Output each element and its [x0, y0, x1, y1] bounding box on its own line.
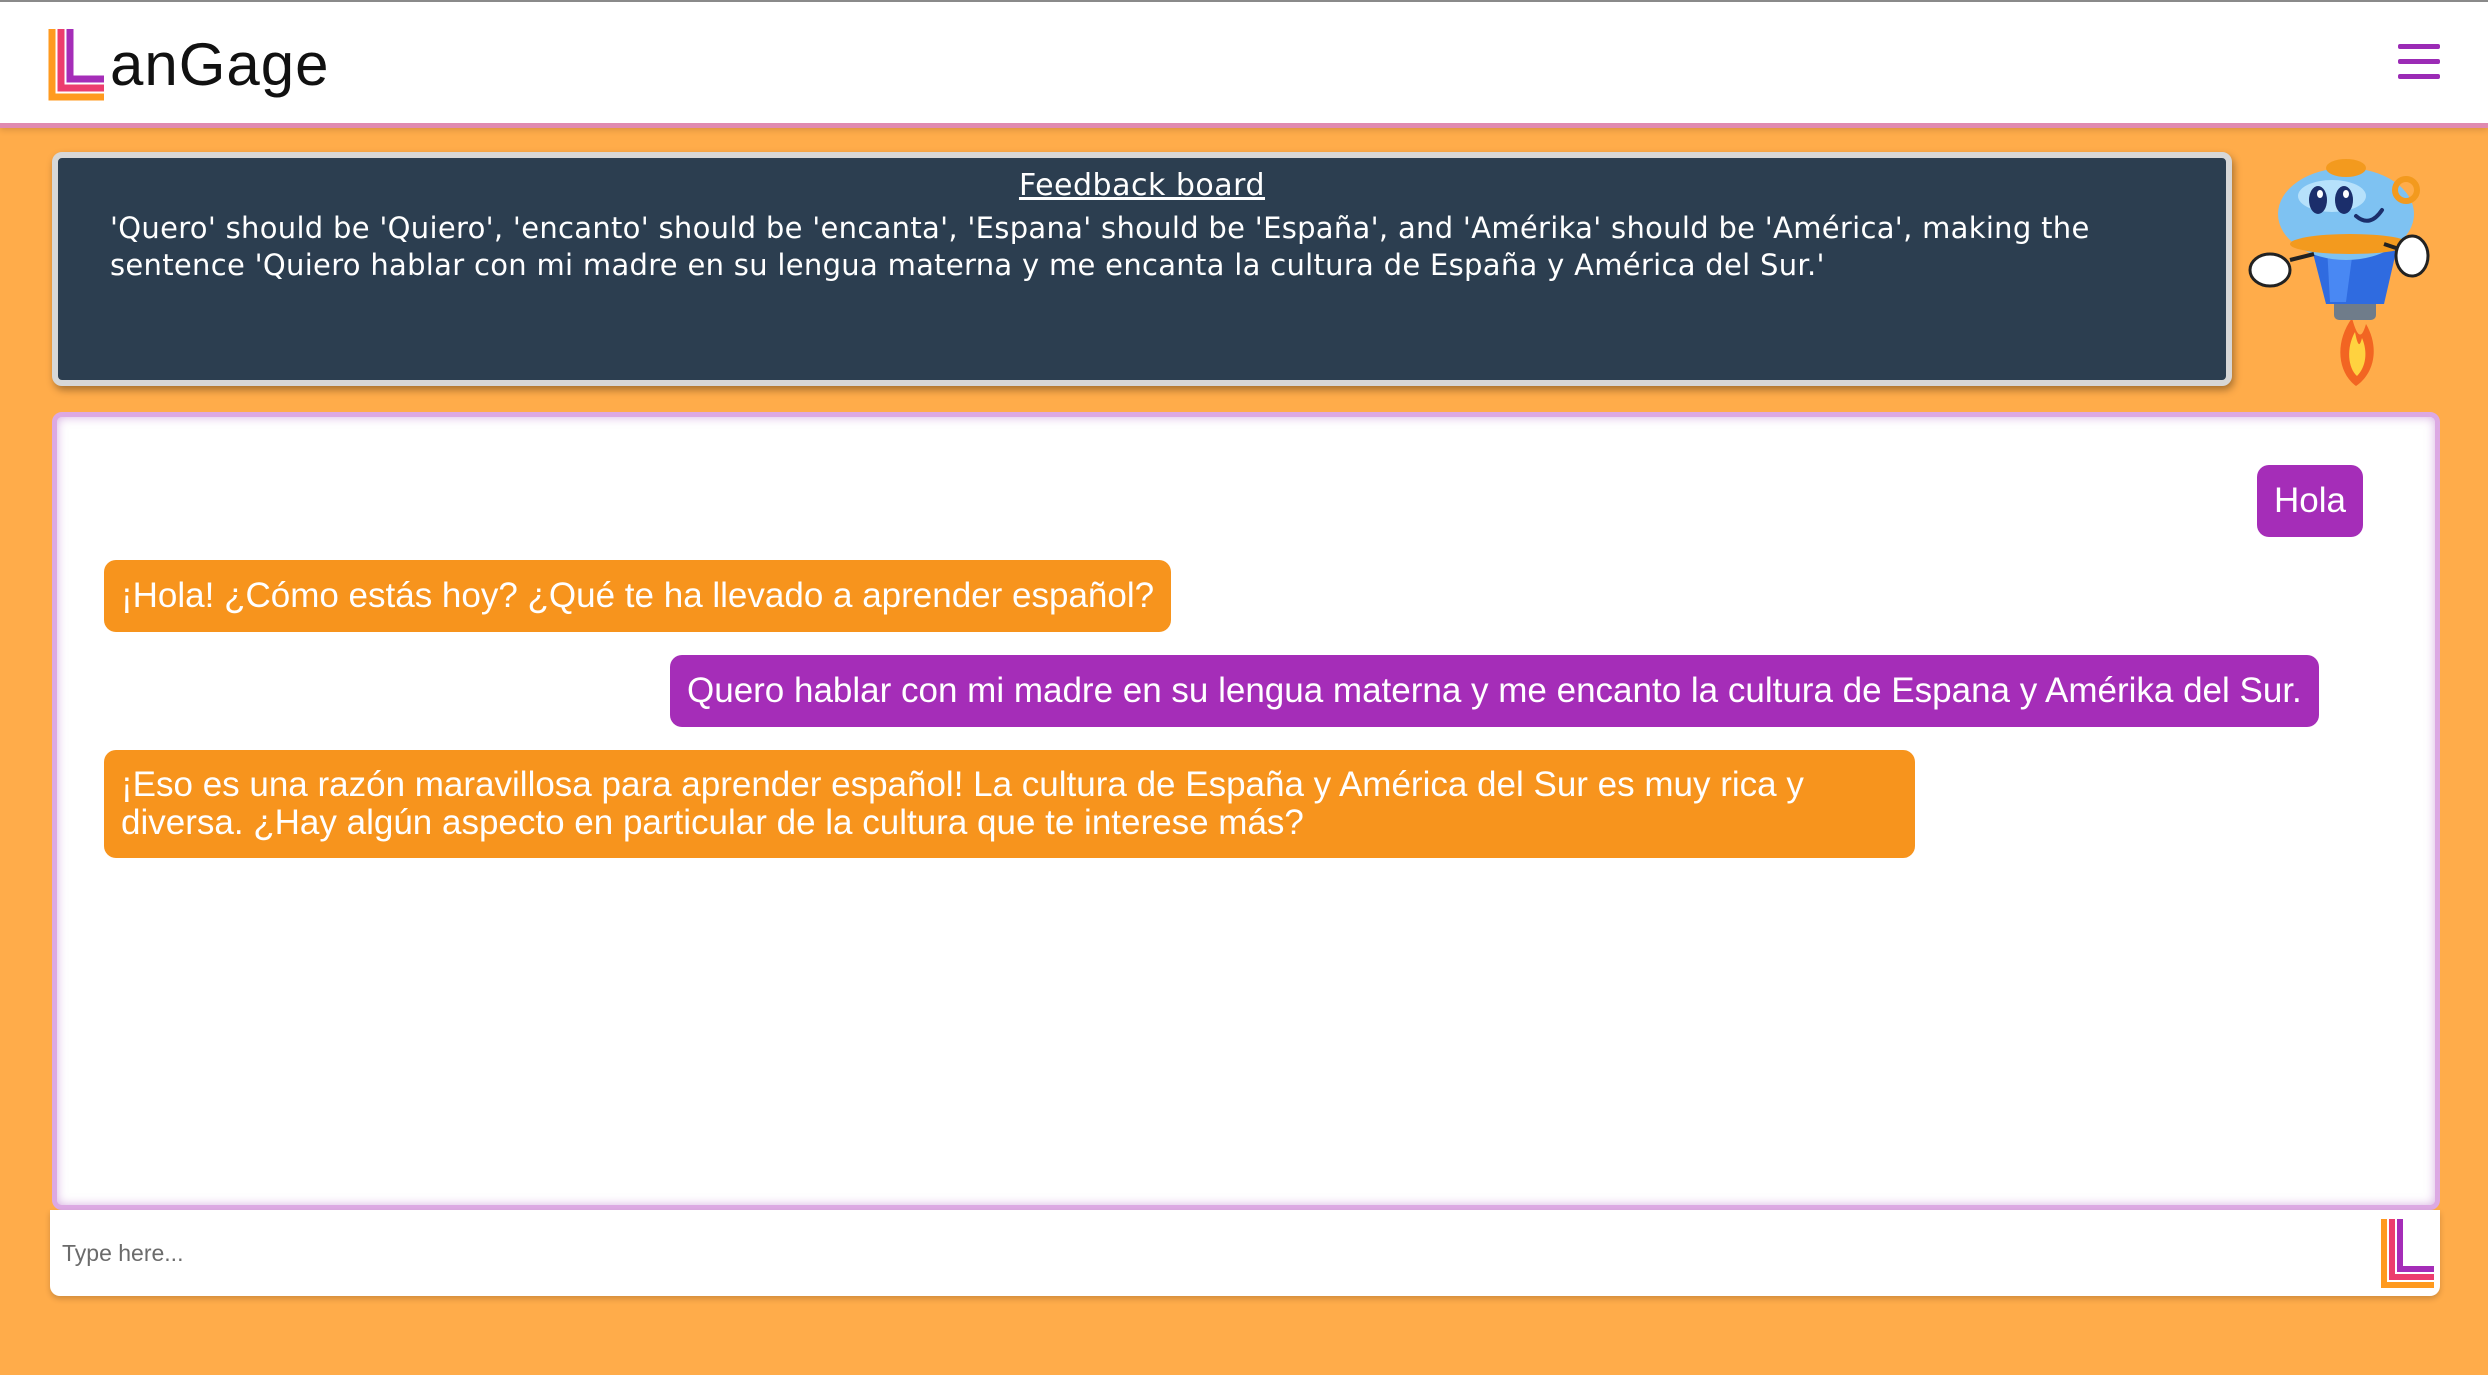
hamburger-menu-icon[interactable] — [2398, 44, 2440, 80]
message-input-bar — [50, 1210, 2440, 1296]
brand-logo[interactable]: anGage — [48, 26, 330, 102]
feedback-board-text: 'Quero' should be 'Quiero', 'encanto' sh… — [110, 211, 2090, 282]
langage-l-send-icon[interactable] — [2380, 1217, 2436, 1289]
user-message: Hola — [2257, 465, 2363, 537]
langage-l-logo-icon — [48, 27, 108, 101]
feedback-board: Feedback board 'Quero' should be 'Quiero… — [52, 152, 2232, 386]
chat-window[interactable]: Hola ¡Hola! ¿Cómo estás hoy? ¿Qué te ha … — [52, 412, 2440, 1210]
brand-name: anGage — [110, 30, 330, 98]
message-input[interactable] — [62, 1230, 2362, 1276]
top-nav-bar: anGage — [0, 0, 2488, 128]
feedback-board-title: Feedback board — [1018, 168, 1266, 203]
robot-rocket-mascot-icon — [2234, 148, 2434, 392]
bot-message: ¡Hola! ¿Cómo estás hoy? ¿Qué te ha lleva… — [104, 560, 1172, 632]
bot-message: ¡Eso es una razón maravillosa para apren… — [104, 750, 1915, 858]
user-message: Quero hablar con mi madre en su lengua m… — [670, 655, 2319, 727]
